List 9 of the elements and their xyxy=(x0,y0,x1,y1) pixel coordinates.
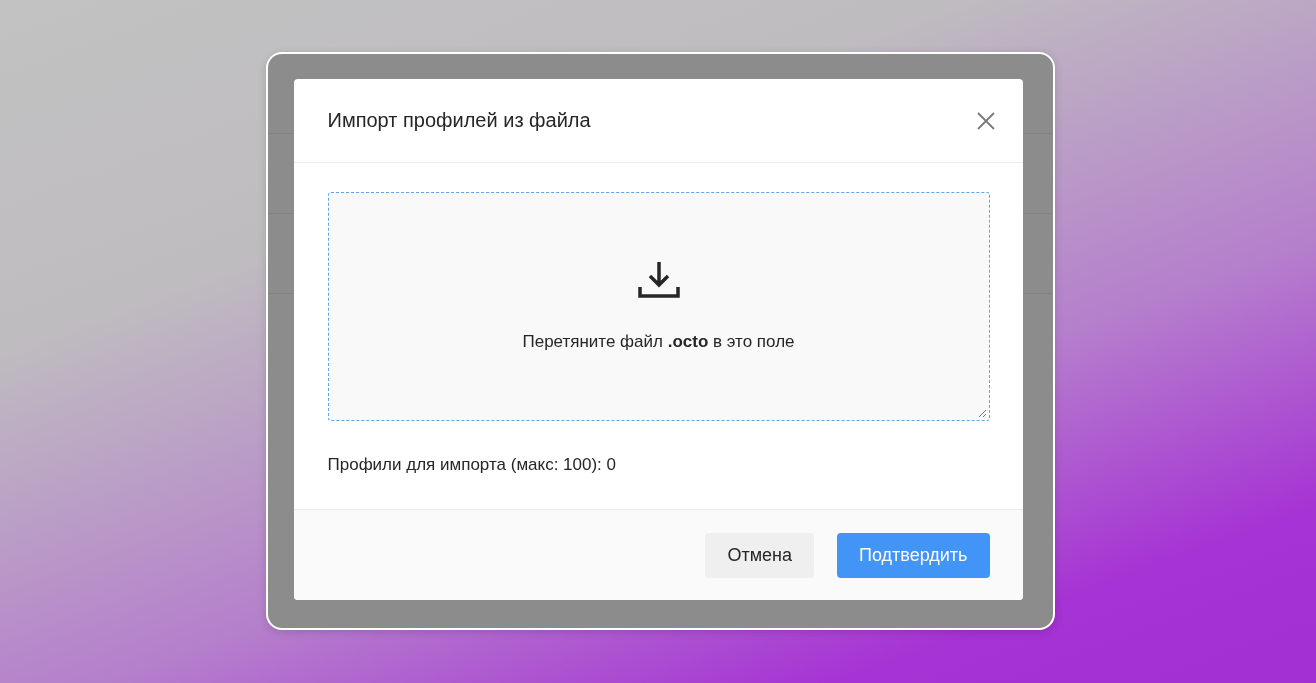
close-icon xyxy=(974,109,997,132)
download-icon xyxy=(636,260,681,300)
dialog-title: Импорт профилей из файла xyxy=(327,109,591,132)
drop-zone[interactable]: Перетяните файл .octo в это поле xyxy=(327,192,990,421)
import-count: Профили для импорта (макс: 100): 0 xyxy=(327,455,618,475)
cancel-button[interactable]: Отмена xyxy=(705,533,815,578)
drop-hint: Перетяните файл .octo в это поле xyxy=(522,332,795,352)
close-button[interactable] xyxy=(974,109,997,132)
resize-grip-icon[interactable] xyxy=(976,408,987,418)
